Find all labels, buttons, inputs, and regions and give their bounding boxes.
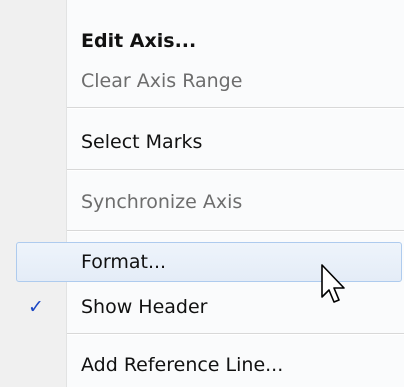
menu-item-synchronize-axis: Synchronize Axis [0,182,404,222]
menu-item-label: Synchronize Axis [81,191,243,213]
menu-item-select-marks[interactable]: Select Marks [0,122,404,162]
menu-item-label: Format... [81,251,167,273]
menu-item-add-reference-line[interactable]: Add Reference Line... [0,345,404,385]
menu-item-edit-axis[interactable]: Edit Axis... [0,21,404,61]
check-icon: ✓ [28,296,44,318]
context-menu: Edit Axis... Clear Axis Range Select Mar… [0,0,404,387]
menu-item-label: Select Marks [81,131,203,153]
arrow-cursor-icon [321,264,345,303]
menu-item-label: Clear Axis Range [81,70,243,92]
menu-divider [67,333,404,335]
menu-divider [67,107,404,109]
menu-divider [67,230,404,232]
menu-divider [67,169,404,171]
menu-item-clear-axis-range: Clear Axis Range [0,61,404,101]
menu-item-label: Edit Axis... [81,30,197,52]
menu-item-label: Add Reference Line... [81,354,284,376]
menu-item-label: Show Header [81,296,208,318]
